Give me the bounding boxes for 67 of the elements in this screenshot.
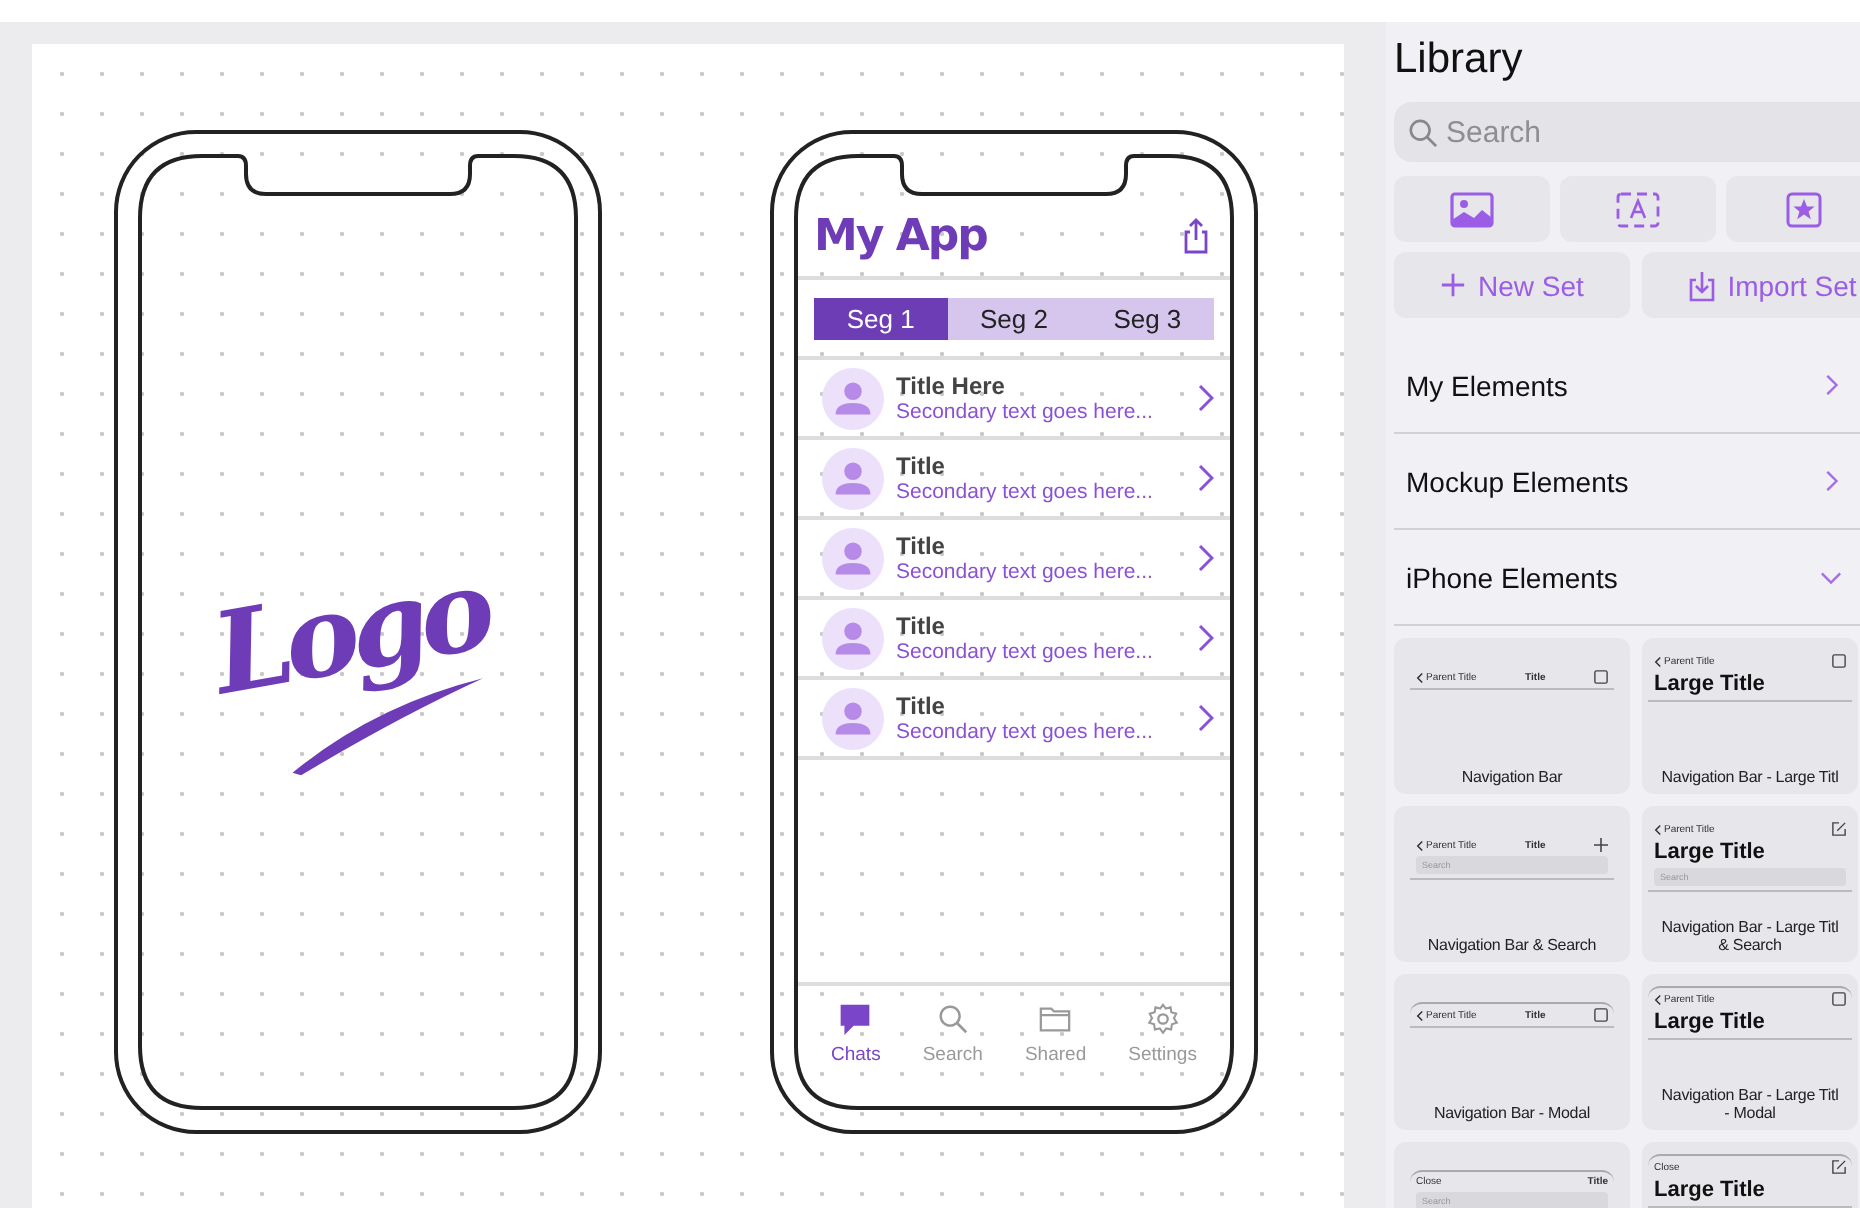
row-title: Title Here <box>896 372 1007 400</box>
segment-tab[interactable]: Seg 1 <box>814 298 948 340</box>
preview-large-title: Large Title <box>1654 840 1767 864</box>
card-caption: Navigation Bar <box>1461 767 1563 786</box>
card-caption: Navigation Bar - Large Titl <box>1661 767 1839 786</box>
tab-bar-item[interactable]: Chats <box>831 1002 881 1066</box>
image-icon <box>1450 191 1494 227</box>
icon-button[interactable] <box>1394 176 1550 242</box>
row-title: Title <box>896 452 947 480</box>
chat-bubble-icon <box>838 1002 873 1036</box>
icon-button[interactable] <box>1560 176 1716 242</box>
row-subtitle: Secondary text goes here... <box>896 560 1155 584</box>
import-icon <box>1687 269 1716 301</box>
plus-icon <box>1440 272 1467 298</box>
segment-tab[interactable]: Seg 2 <box>947 298 1081 340</box>
search-field[interactable]: Search <box>1394 102 1860 162</box>
icon-button[interactable] <box>1726 176 1860 242</box>
row-title: Title <box>896 612 947 640</box>
row-subtitle: Secondary text goes here... <box>896 720 1155 744</box>
search-icon <box>1408 118 1438 148</box>
chevron-icon[interactable] <box>1198 624 1214 652</box>
preview-large-title: Large Title <box>1654 1178 1767 1202</box>
avatar-icon <box>822 447 884 509</box>
share-icon[interactable] <box>1182 218 1210 254</box>
square-icon <box>1832 654 1846 668</box>
chevron-icon[interactable] <box>1198 384 1214 412</box>
library-title: Library <box>1394 34 1525 86</box>
section-row[interactable]: My Elements <box>1394 338 1860 434</box>
row-subtitle: Secondary text goes here... <box>896 480 1155 504</box>
back-chevron-icon <box>1416 1009 1424 1021</box>
logo: Logo <box>206 552 496 711</box>
back-chevron-icon <box>1416 839 1424 851</box>
back-chevron-icon <box>1654 655 1662 667</box>
text-frame-icon <box>1616 191 1660 227</box>
chevron-icon[interactable] <box>1198 464 1214 492</box>
row-subtitle: Secondary text goes here... <box>896 640 1155 664</box>
chevron-icon[interactable] <box>1198 704 1214 732</box>
preview-large-title: Large Title <box>1654 1010 1767 1034</box>
section-row[interactable]: iPhone Elements <box>1394 530 1860 626</box>
back-chevron-icon <box>1416 671 1424 683</box>
section-row[interactable]: Mockup Elements <box>1394 434 1860 530</box>
avatar-icon <box>822 527 884 589</box>
row-title: Title <box>896 692 947 720</box>
square-icon <box>1594 670 1608 684</box>
folder-icon <box>1038 1002 1073 1036</box>
card-caption: Navigation Bar - Modal <box>1433 1103 1591 1122</box>
compose-icon <box>1832 822 1846 836</box>
card-caption: Navigation Bar - Large Titl - Modal <box>1661 1085 1839 1122</box>
chevron-icon[interactable] <box>1198 544 1214 572</box>
app-title: My App <box>814 211 987 261</box>
avatar-icon <box>822 607 884 669</box>
preview-large-title: Large Title <box>1654 672 1767 696</box>
plus-icon <box>1594 838 1608 852</box>
row-title: Title <box>896 532 947 560</box>
back-chevron-icon <box>1654 993 1662 1005</box>
search-icon <box>935 1002 970 1036</box>
back-chevron-icon <box>1654 823 1662 835</box>
square-icon <box>1832 992 1846 1006</box>
settings-icon <box>1145 1002 1180 1036</box>
card-caption: Navigation Bar & Search <box>1427 935 1597 954</box>
card-caption: Navigation Bar - Large Titl & Search <box>1661 917 1839 954</box>
square-icon <box>1594 1008 1608 1022</box>
compose-icon <box>1832 1160 1846 1174</box>
segment-tab[interactable]: Seg 3 <box>1080 298 1215 340</box>
row-subtitle: Secondary text goes here... <box>896 400 1155 424</box>
avatar-icon <box>822 367 884 429</box>
avatar-icon <box>822 687 884 749</box>
